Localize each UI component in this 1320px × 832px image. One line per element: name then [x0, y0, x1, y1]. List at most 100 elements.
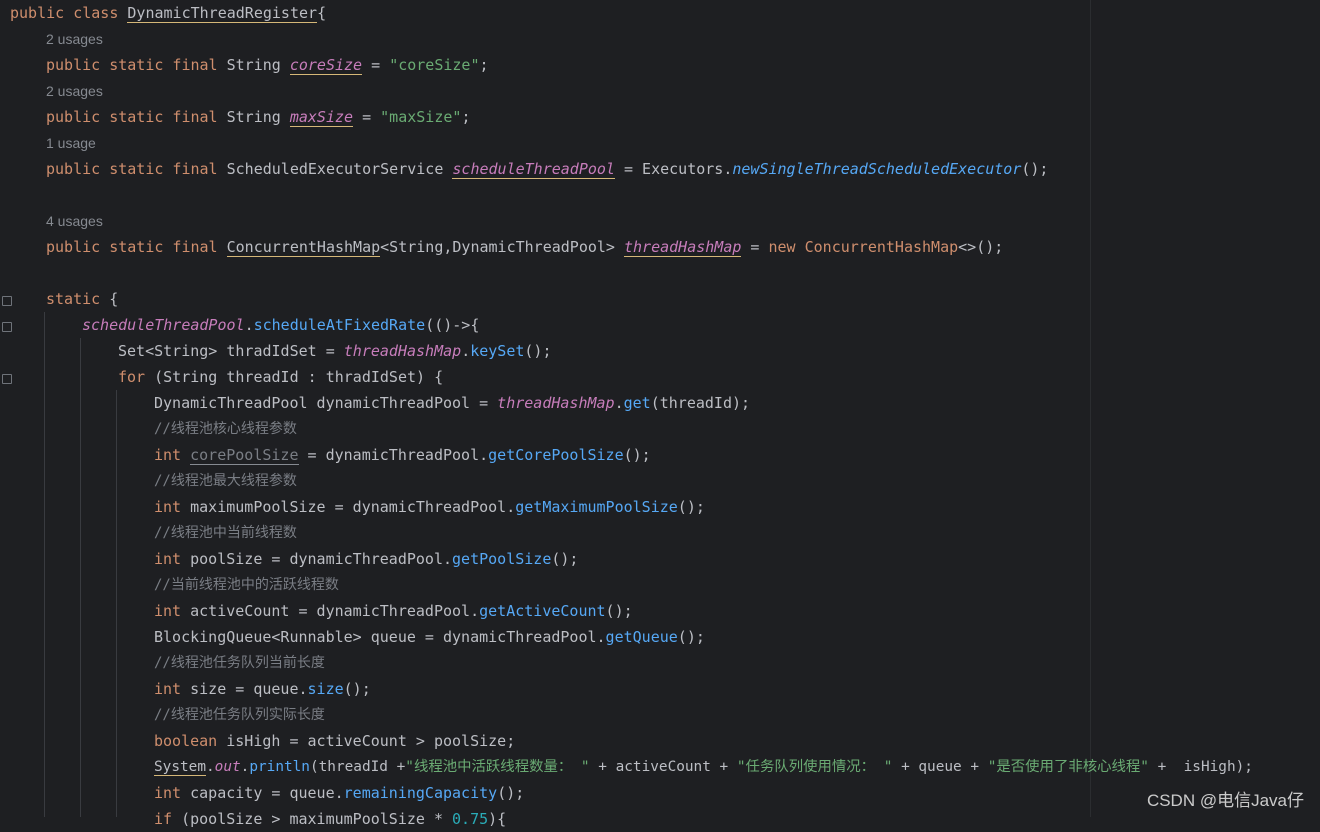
code-token: maximumPoolSize = dynamicThreadPool. [190, 498, 516, 516]
usages-hint[interactable]: 2 usages [46, 26, 103, 52]
fold-marker-icon[interactable] [2, 374, 12, 384]
method-call[interactable]: getActiveCount [479, 602, 605, 620]
fold-marker-icon[interactable] [2, 296, 12, 306]
code-token: int [154, 498, 191, 516]
method-call[interactable]: keySet [470, 342, 524, 360]
class-name[interactable]: DynamicThreadRegister [127, 4, 318, 23]
usages-hint[interactable]: 2 usages [46, 78, 103, 104]
code-line[interactable]: public static final String maxSize = "ma… [46, 104, 470, 130]
unused-variable[interactable]: corePoolSize [190, 446, 299, 465]
code-line[interactable]: int poolSize = dynamicThreadPool.getPool… [154, 546, 578, 572]
class-name[interactable]: System [154, 759, 206, 776]
code-token: public class [10, 4, 128, 22]
method-call[interactable]: newSingleThreadScheduledExecutor [732, 160, 1021, 178]
string-literal: "是否使用了非核心线程" [987, 759, 1149, 775]
code-line[interactable]: int maximumPoolSize = dynamicThreadPool.… [154, 494, 705, 520]
code-token: public static final [46, 160, 227, 178]
code-line[interactable]: boolean isHigh = activeCount > poolSize; [154, 728, 515, 754]
code-line[interactable]: public static final ScheduledExecutorSer… [46, 156, 1048, 182]
code-token: (); [524, 342, 552, 360]
field-name[interactable]: out [215, 759, 241, 775]
code-token: capacity = queue. [190, 784, 344, 802]
field-name[interactable]: threadHashMap [344, 342, 461, 360]
code-token: BlockingQueue<Runnable> queue = dynamicT… [154, 628, 606, 646]
code-line[interactable]: if (poolSize > maximumPoolSize * 0.75){ [154, 806, 506, 832]
code-token: + isHigh); [1148, 759, 1253, 775]
code-token: public static final [46, 108, 227, 126]
code-token: DynamicThreadPool dynamicThreadPool = [154, 394, 498, 412]
code-line[interactable]: public static final ConcurrentHashMap<St… [46, 234, 1003, 260]
code-token: isHigh = activeCount > poolSize; [226, 732, 516, 750]
method-call[interactable]: get [624, 394, 651, 412]
code-line[interactable]: int size = queue.size(); [154, 676, 371, 702]
code-token: ){ [488, 810, 507, 828]
method-call[interactable]: getMaximumPoolSize [515, 498, 678, 516]
code-token: ScheduledExecutorService [226, 160, 453, 178]
code-token: . [461, 342, 471, 360]
code-token: (); [1021, 160, 1049, 178]
code-comment: //线程池中当前线程数 [154, 525, 297, 541]
code-token: String [226, 56, 290, 74]
code-comment: //线程池任务队列当前长度 [154, 655, 325, 671]
field-name[interactable]: threadHashMap [624, 238, 742, 257]
code-editor[interactable]: public class DynamicThreadRegister{ 2 us… [0, 0, 1320, 828]
code-token: . [205, 759, 215, 775]
field-name[interactable]: scheduleThreadPool [82, 316, 245, 334]
method-call[interactable]: remainingCapacity [344, 784, 498, 802]
method-call[interactable]: getCorePoolSize [488, 446, 623, 464]
code-token: = [362, 56, 390, 74]
class-name[interactable]: ConcurrentHashMap [805, 238, 959, 256]
code-token: ; [479, 56, 489, 74]
code-line[interactable]: Set<String> thradIdSet = threadHashMap.k… [118, 338, 552, 364]
code-comment: //线程池最大线程参数 [154, 473, 297, 489]
code-token: ; [461, 108, 471, 126]
code-token: { [100, 290, 119, 308]
field-name[interactable]: coreSize [289, 56, 363, 75]
method-call[interactable]: getPoolSize [452, 550, 551, 568]
code-token: (); [605, 602, 633, 620]
usages-hint[interactable]: 4 usages [46, 208, 103, 234]
field-name[interactable]: threadHashMap [497, 394, 614, 412]
code-line[interactable]: public class DynamicThreadRegister{ [10, 0, 326, 26]
code-comment: //线程池核心线程参数 [154, 421, 297, 437]
code-token: <String,DynamicThreadPool> [380, 238, 624, 256]
code-token: (); [551, 550, 579, 568]
code-token: (); [623, 446, 651, 464]
field-name[interactable]: maxSize [289, 108, 354, 127]
code-token: { [317, 4, 327, 22]
method-call[interactable]: println [249, 759, 310, 775]
code-token: int [154, 602, 191, 620]
code-line[interactable]: BlockingQueue<Runnable> queue = dynamicT… [154, 624, 705, 650]
method-call[interactable]: scheduleAtFixedRate [254, 316, 426, 334]
indent-guide [44, 312, 45, 817]
code-line[interactable]: for (String threadId : thradIdSet) { [118, 364, 443, 390]
code-token: = [741, 238, 769, 256]
code-token: (threadId + [309, 759, 406, 775]
code-line[interactable]: scheduleThreadPool.scheduleAtFixedRate((… [82, 312, 479, 338]
usages-hint[interactable]: 1 usage [46, 130, 96, 156]
code-token: (String threadId : thradIdSet) { [145, 368, 444, 386]
code-line[interactable]: DynamicThreadPool dynamicThreadPool = th… [154, 390, 750, 416]
code-token: poolSize = dynamicThreadPool. [190, 550, 453, 568]
field-name[interactable]: scheduleThreadPool [452, 160, 615, 179]
method-call[interactable]: getQueue [606, 628, 678, 646]
code-token: int [154, 680, 191, 698]
method-call[interactable]: size [308, 680, 344, 698]
code-comment: //当前线程池中的活跃线程数 [154, 577, 339, 593]
class-name[interactable]: ConcurrentHashMap [226, 238, 381, 257]
code-token: int [154, 550, 191, 568]
code-token: int [154, 784, 191, 802]
code-token: (); [677, 498, 705, 516]
code-line[interactable]: int corePoolSize = dynamicThreadPool.get… [154, 442, 651, 468]
code-token: (); [343, 680, 371, 698]
code-token: <>(); [958, 238, 1004, 256]
code-line[interactable]: int activeCount = dynamicThreadPool.getA… [154, 598, 633, 624]
code-line[interactable]: System.out.println(threadId +"线程池中活跃线程数量… [154, 754, 1253, 780]
code-token: new [768, 238, 805, 256]
fold-marker-icon[interactable] [2, 322, 12, 332]
code-line[interactable]: int capacity = queue.remainingCapacity()… [154, 780, 524, 806]
code-token: boolean [154, 732, 227, 750]
code-token: (()->{ [425, 316, 480, 334]
code-line[interactable]: public static final String coreSize = "c… [46, 52, 489, 78]
code-line[interactable]: static { [46, 286, 118, 312]
